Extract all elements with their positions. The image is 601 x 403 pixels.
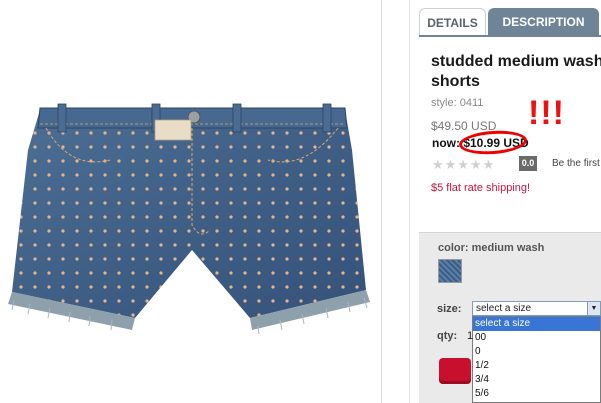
size-option[interactable]: 1/2 (473, 359, 600, 373)
product-title-line2: shorts (431, 73, 480, 90)
size-select[interactable]: select a size ▼ (472, 301, 601, 316)
tab-underline (419, 35, 601, 37)
column-divider-inner (409, 0, 410, 403)
tab-details[interactable]: DETAILS (419, 8, 486, 36)
star-rating-icon[interactable]: ★★★★★ (432, 157, 495, 173)
qty-label: qty: (437, 330, 458, 342)
size-dropdown-list: select a size 00 0 1/2 3/4 5/6 (472, 316, 601, 403)
sale-price-label: now (432, 136, 456, 150)
tab-description[interactable]: DESCRIPTION (488, 8, 599, 36)
product-details: studded medium wash shorts (431, 52, 601, 92)
color-label: color: medium wash (438, 242, 545, 254)
color-swatch[interactable] (438, 259, 462, 283)
size-label: size: (437, 303, 462, 315)
shorts-image (8, 103, 370, 335)
style-number: style: 0411 (431, 97, 484, 109)
annotation-exclamation: !!! (528, 94, 565, 132)
size-option[interactable]: 3/4 (473, 373, 600, 387)
be-first-review-link[interactable]: Be the first (552, 158, 600, 169)
rating-value: 0.0 (519, 156, 537, 171)
product-title-line1: studded medium wash (431, 53, 601, 70)
chevron-down-icon[interactable]: ▼ (587, 302, 600, 315)
size-option[interactable]: 0 (473, 345, 600, 359)
size-option[interactable]: 00 (473, 331, 600, 345)
shipping-promo: $5 flat rate shipping! (431, 182, 531, 194)
product-image[interactable] (0, 0, 380, 403)
size-option[interactable]: 5/6 (473, 387, 600, 401)
size-option[interactable]: select a size (473, 317, 600, 331)
column-divider (381, 0, 382, 403)
size-select-value: select a size (476, 303, 532, 314)
add-to-bag-button[interactable] (439, 358, 471, 384)
qty-field[interactable]: 1 (467, 330, 473, 342)
